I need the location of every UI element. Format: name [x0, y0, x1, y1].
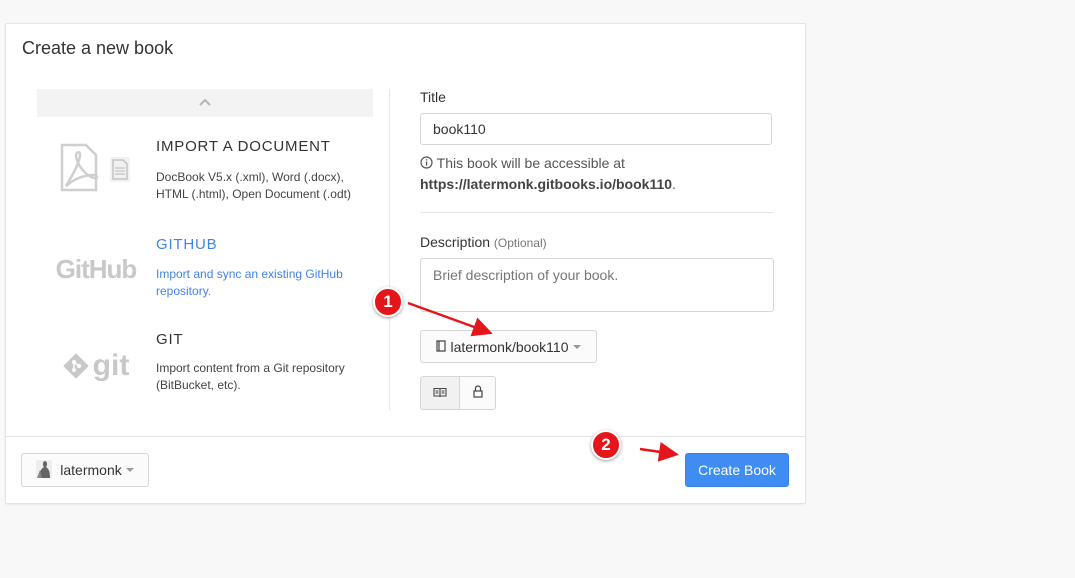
annotation-badge-1: 1: [373, 287, 403, 317]
annotation-arrows: [407, 301, 679, 462]
arrow-2: [639, 441, 679, 462]
arrow-1: [407, 301, 493, 337]
annotation-badge-2: 2: [591, 430, 621, 460]
